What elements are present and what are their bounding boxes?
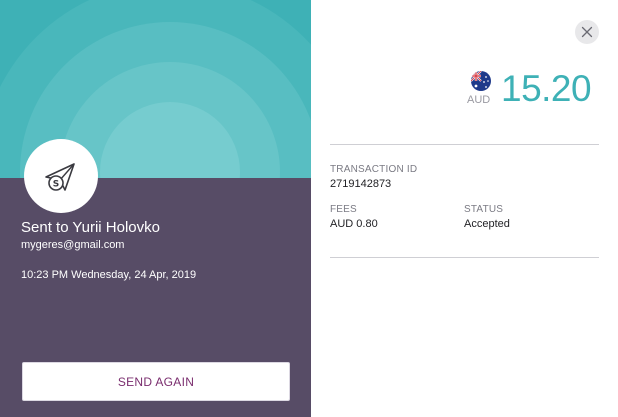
divider	[330, 144, 599, 145]
recipient-email: mygeres@gmail.com	[21, 239, 125, 251]
transaction-details-panel: AUD 15.20 TRANSACTION ID 2719142873 FEES…	[311, 0, 618, 417]
transaction-id-value: 2719142873	[330, 178, 392, 190]
transaction-summary-panel: S Sent to Yurii Holovko mygeres@gmail.co…	[0, 0, 311, 417]
close-button[interactable]	[575, 20, 599, 44]
divider	[330, 257, 599, 258]
sent-money-badge: S	[24, 139, 98, 213]
transaction-datetime: 10:23 PM Wednesday, 24 Apr, 2019	[21, 269, 197, 281]
close-icon	[581, 26, 593, 38]
australia-flag-icon	[471, 71, 491, 91]
transaction-id-label: TRANSACTION ID	[330, 164, 418, 175]
svg-text:S: S	[53, 180, 59, 190]
fees-value: AUD 0.80	[330, 218, 378, 230]
send-again-button[interactable]: SEND AGAIN	[22, 362, 290, 401]
transaction-amount: 15.20	[501, 68, 592, 109]
paper-plane-dollar-icon: S	[45, 163, 75, 191]
status-label: STATUS	[464, 204, 504, 215]
fees-label: FEES	[330, 204, 357, 215]
recipient-name: Sent to Yurii Holovko	[21, 219, 160, 236]
status-value: Accepted	[464, 218, 510, 230]
currency-code: AUD	[467, 94, 491, 106]
